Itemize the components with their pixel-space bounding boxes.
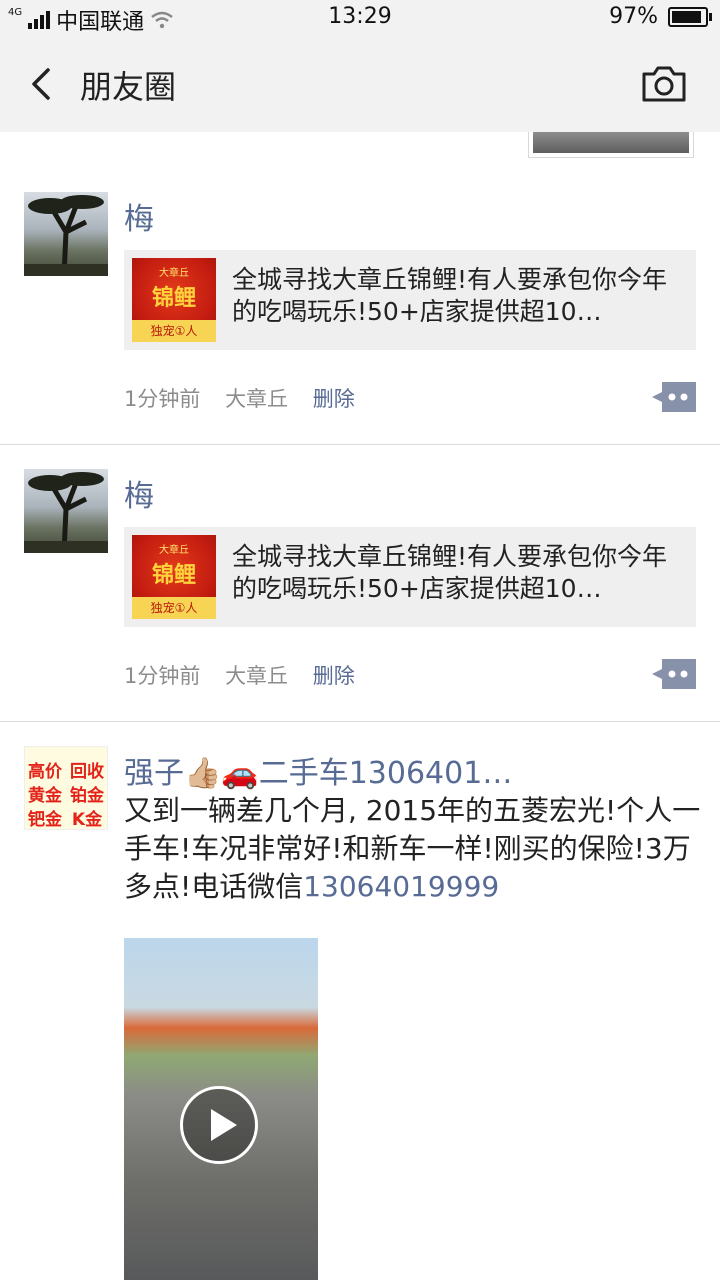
post-author-name[interactable]: 梅 bbox=[124, 471, 154, 515]
thumb-bottom-text: 独宠①人 bbox=[132, 320, 216, 342]
play-icon[interactable] bbox=[180, 1086, 258, 1164]
page-title: 朋友圈 bbox=[80, 68, 177, 106]
avatar-text: 铂金 bbox=[70, 786, 104, 806]
comment-icon[interactable] bbox=[652, 382, 696, 412]
avatar-text: K金 bbox=[71, 810, 103, 830]
post-time: 1分钟前 bbox=[124, 387, 201, 411]
video-thumbnail[interactable] bbox=[124, 938, 318, 1280]
post-divider bbox=[0, 721, 720, 722]
post-location[interactable]: 大章丘 bbox=[225, 664, 288, 688]
thumb-main-text: 锦鲤 bbox=[151, 286, 196, 311]
thumb-top-text: 大章丘 bbox=[159, 545, 189, 556]
link-thumbnail: 大章丘 锦鲤 独宠①人 bbox=[132, 258, 216, 342]
battery-area: 97% bbox=[609, 4, 712, 29]
avatar[interactable] bbox=[24, 469, 108, 553]
post-author-name[interactable]: 梅 bbox=[124, 194, 154, 238]
shared-link-card[interactable]: 大章丘 锦鲤 独宠①人 全城寻找大章丘锦鲤!有人要承包你今年的吃喝玩乐!50+店… bbox=[124, 527, 696, 627]
link-title: 全城寻找大章丘锦鲤!有人要承包你今年的吃喝玩乐!50+店家提供超10… bbox=[232, 542, 668, 603]
chevron-left-icon[interactable] bbox=[24, 64, 64, 104]
thumb-main-text: 锦鲤 bbox=[151, 563, 196, 588]
post-text: 又到一辆差几个月, 2015年的五菱宏光!个人一手车!车况非常好!和新车一样!刚… bbox=[124, 792, 704, 906]
avatar[interactable] bbox=[24, 192, 108, 276]
avatar-text: 黄金 bbox=[28, 786, 62, 806]
delete-button[interactable]: 删除 bbox=[313, 387, 355, 411]
avatar[interactable]: 高价 回收 黄金 铂金 钯金 K金 bbox=[24, 746, 108, 830]
delete-button[interactable]: 删除 bbox=[313, 664, 355, 688]
shared-link-card[interactable]: 大章丘 锦鲤 独宠①人 全城寻找大章丘锦鲤!有人要承包你今年的吃喝玩乐!50+店… bbox=[124, 250, 696, 350]
thumb-bottom-text: 独宠①人 bbox=[132, 597, 216, 619]
previous-post-image[interactable] bbox=[528, 132, 694, 158]
avatar-text: 钯金 bbox=[28, 810, 62, 830]
avatar-text: 高价 bbox=[28, 762, 62, 782]
moments-feed[interactable]: 梅 大章丘 锦鲤 独宠①人 全城寻找大章丘锦鲤!有人要承包你今年的吃喝玩乐!50… bbox=[0, 132, 720, 1280]
post-time: 1分钟前 bbox=[124, 664, 201, 688]
link-title: 全城寻找大章丘锦鲤!有人要承包你今年的吃喝玩乐!50+店家提供超10… bbox=[232, 265, 668, 326]
status-bar: 4G 中国联通 13:29 97% bbox=[0, 0, 720, 36]
post-meta: 1分钟前 大章丘 删除 bbox=[124, 660, 373, 690]
thumb-top-text: 大章丘 bbox=[159, 268, 189, 279]
post-meta: 1分钟前 大章丘 删除 bbox=[124, 383, 373, 413]
phone-link[interactable]: 13064019999 bbox=[303, 870, 499, 903]
link-thumbnail: 大章丘 锦鲤 独宠①人 bbox=[132, 535, 216, 619]
avatar-text: 回收 bbox=[70, 762, 104, 782]
post-location[interactable]: 大章丘 bbox=[225, 387, 288, 411]
battery-percent: 97% bbox=[609, 4, 658, 29]
nav-bar: 朋友圈 bbox=[0, 36, 720, 133]
battery-icon bbox=[668, 6, 712, 27]
post-author-name[interactable]: 强子👍🏼🚗二手车1306401… bbox=[124, 748, 512, 792]
camera-icon[interactable] bbox=[640, 64, 688, 104]
comment-icon[interactable] bbox=[652, 659, 696, 689]
battery-fill bbox=[672, 10, 702, 23]
post-divider bbox=[0, 444, 720, 445]
